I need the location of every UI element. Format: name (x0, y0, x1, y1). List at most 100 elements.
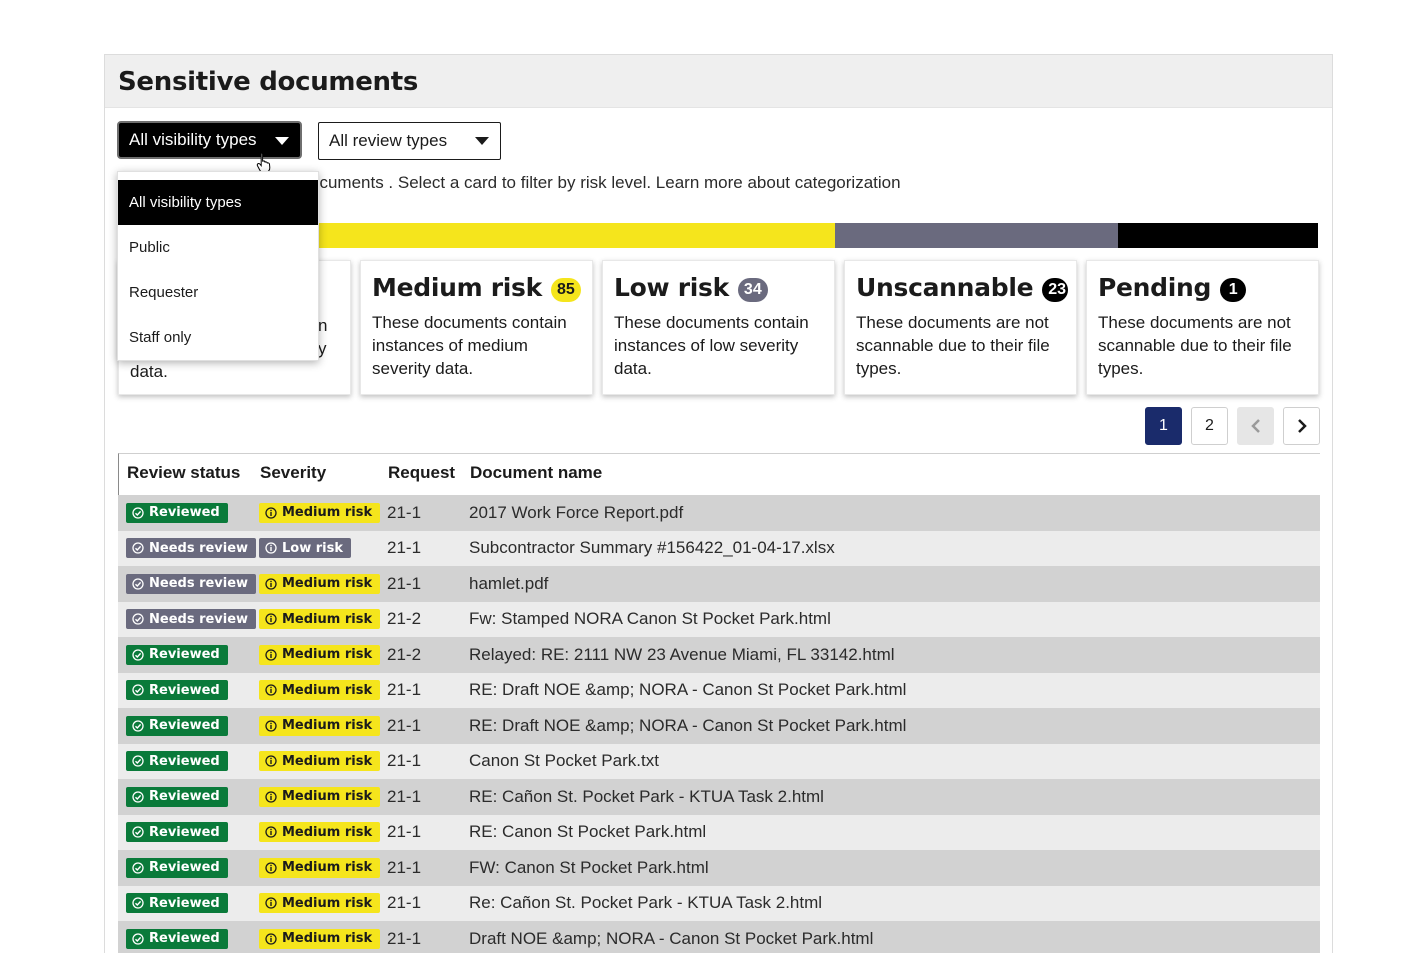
document-name-cell[interactable]: Canon St Pocket Park.txt (469, 744, 659, 780)
review-status-badge: Reviewed (126, 644, 228, 665)
table-row[interactable]: Reviewed Medium risk 21-1 FW: Canon St Pock… (118, 850, 1320, 886)
dropdown-option-all[interactable]: All visibility types (118, 180, 318, 225)
severity-label: Low risk (282, 540, 344, 556)
review-status-label: Reviewed (149, 895, 220, 911)
document-name-cell[interactable]: 2017 Work Force Report.pdf (469, 495, 683, 531)
medium-risk-card[interactable]: Medium risk 85 These documents contain i… (360, 260, 593, 395)
severity-badge: Low risk (259, 538, 352, 559)
document-name-cell[interactable]: RE: Canon St Pocket Park.html (469, 815, 706, 851)
document-name-cell[interactable]: RE: Draft NOE &amp; NORA - Canon St Pock… (469, 708, 906, 744)
review-status-badge: Reviewed (126, 502, 228, 523)
document-name-cell[interactable]: Relayed: RE: 2111 NW 23 Avenue Miami, FL… (469, 637, 895, 673)
table-row[interactable]: Reviewed Medium risk 21-1 RE: Canon St Pock… (118, 814, 1320, 851)
pending-card[interactable]: Pending 1 These documents are not scanna… (1086, 260, 1319, 395)
severity-cell: Medium risk (259, 921, 381, 953)
severity-label: Medium risk (282, 860, 373, 876)
count-badge: 1 (1220, 277, 1247, 302)
column-header-document-name[interactable]: Document name (470, 463, 602, 483)
request-cell[interactable]: 21-1 (387, 673, 421, 709)
table-row[interactable]: Reviewed Medium risk 21-1 Draft NOE &amp; N… (118, 921, 1320, 953)
severity-cell: Medium risk (259, 744, 381, 780)
severity-label: Medium risk (282, 895, 373, 911)
page-button-1[interactable]: 1 (1145, 407, 1182, 445)
request-cell[interactable]: 21-2 (387, 637, 421, 673)
table-row[interactable]: Needs review Medium risk 21-2 Fw: Stamped N… (118, 601, 1320, 638)
table-row[interactable]: Reviewed Medium risk 21-1 Canon St Pocket P… (118, 743, 1320, 780)
severity-cell: Medium risk (259, 886, 381, 922)
severity-badge: Medium risk (259, 644, 381, 665)
column-header-request[interactable]: Request (388, 463, 455, 483)
info-icon (265, 897, 277, 909)
severity-cell: Medium risk (259, 637, 381, 673)
table-row[interactable]: Reviewed Medium risk 21-1 RE: Cañon St. Poc… (118, 779, 1320, 815)
card-title: Pending (1098, 273, 1212, 302)
card-description: These documents are not scannable due to… (1098, 313, 1292, 378)
distribution-segment-unscannable (1118, 223, 1318, 248)
chevron-down-icon (275, 137, 289, 145)
column-header-severity[interactable]: Severity (260, 463, 326, 483)
request-cell[interactable]: 21-2 (387, 602, 421, 638)
document-name-cell[interactable]: RE: Cañon St. Pocket Park - KTUA Task 2.… (469, 779, 824, 815)
unscannable-card[interactable]: Unscannable 23 These documents are not s… (844, 260, 1077, 395)
severity-cell: Low risk (259, 531, 352, 567)
request-cell[interactable]: 21-1 (387, 886, 421, 922)
document-name-cell[interactable]: RE: Draft NOE &amp; NORA - Canon St Pock… (469, 673, 906, 709)
request-cell[interactable]: 21-1 (387, 744, 421, 780)
review-status-cell: Reviewed (126, 850, 228, 886)
chevron-right-icon (1297, 419, 1307, 433)
page-button-2[interactable]: 2 (1191, 407, 1228, 445)
request-cell[interactable]: 21-1 (387, 531, 421, 567)
dropdown-option-public[interactable]: Public (118, 225, 318, 270)
request-cell[interactable]: 21-1 (387, 921, 421, 953)
info-icon (265, 542, 277, 554)
table-row[interactable]: Reviewed Medium risk 21-1 RE: Draft NOE &am… (118, 708, 1320, 744)
dropdown-option-requester[interactable]: Requester (118, 270, 318, 315)
dropdown-option-staff-only[interactable]: Staff only (118, 315, 318, 360)
severity-label: Medium risk (282, 576, 373, 592)
next-page-button[interactable] (1283, 407, 1320, 445)
table-row[interactable]: Reviewed Medium risk 21-1 2017 Work Force R… (118, 495, 1320, 531)
card-text-fragment: data. (130, 362, 168, 381)
documents-table: Review status Severity Request Document … (118, 453, 1320, 953)
severity-badge: Medium risk (259, 502, 381, 523)
request-cell[interactable]: 21-1 (387, 779, 421, 815)
document-name-cell[interactable]: FW: Canon St Pocket Park.html (469, 850, 709, 886)
document-name-cell[interactable]: Re: Cañon St. Pocket Park - KTUA Task 2.… (469, 886, 822, 922)
request-cell[interactable]: 21-1 (387, 495, 421, 531)
review-status-cell: Reviewed (126, 779, 228, 815)
review-status-label: Reviewed (149, 647, 220, 663)
table-row[interactable]: Reviewed Medium risk 21-1 Re: Cañon St. Poc… (118, 885, 1320, 922)
check-circle-icon (132, 897, 144, 909)
request-cell[interactable]: 21-1 (387, 850, 421, 886)
review-filter-select[interactable]: All review types (318, 122, 501, 160)
check-circle-icon (132, 755, 144, 767)
info-icon (265, 791, 277, 803)
review-status-cell: Reviewed (126, 708, 228, 744)
table-row[interactable]: Needs review Low risk 21-1 Subcontractor Su… (118, 530, 1320, 567)
request-cell[interactable]: 21-1 (387, 708, 421, 744)
table-row[interactable]: Needs review Medium risk 21-1 hamlet.pdf (118, 566, 1320, 602)
request-cell[interactable]: 21-1 (387, 566, 421, 602)
request-cell[interactable]: 21-1 (387, 815, 421, 851)
review-status-cell: Needs review (126, 531, 257, 567)
visibility-filter-select[interactable]: All visibility types (117, 121, 302, 159)
check-circle-icon (132, 791, 144, 803)
document-name-cell[interactable]: Fw: Stamped NORA Canon St Pocket Park.ht… (469, 602, 831, 638)
document-name-cell[interactable]: Subcontractor Summary #156422_01-04-17.x… (469, 531, 835, 567)
severity-label: Medium risk (282, 505, 373, 521)
document-name-cell[interactable]: Draft NOE &amp; NORA - Canon St Pocket P… (469, 921, 873, 953)
review-status-cell: Needs review (126, 602, 257, 638)
document-name-cell[interactable]: hamlet.pdf (469, 566, 548, 602)
review-status-label: Reviewed (149, 682, 220, 698)
table-row[interactable]: Reviewed Medium risk 21-1 RE: Draft NOE &am… (118, 672, 1320, 709)
low-risk-card[interactable]: Low risk 34 These documents contain inst… (602, 260, 835, 395)
review-status-cell: Reviewed (126, 921, 228, 953)
check-circle-icon (132, 720, 144, 732)
column-header-review-status[interactable]: Review status (127, 463, 240, 483)
table-row[interactable]: Reviewed Medium risk 21-2 Relayed: RE: 2111… (118, 637, 1320, 673)
table-body: Reviewed Medium risk 21-1 2017 Work Force R… (118, 495, 1320, 953)
card-title: Low risk (614, 273, 729, 302)
previous-page-button[interactable] (1237, 407, 1274, 445)
info-icon (265, 933, 277, 945)
review-filter-value: All review types (329, 131, 448, 150)
